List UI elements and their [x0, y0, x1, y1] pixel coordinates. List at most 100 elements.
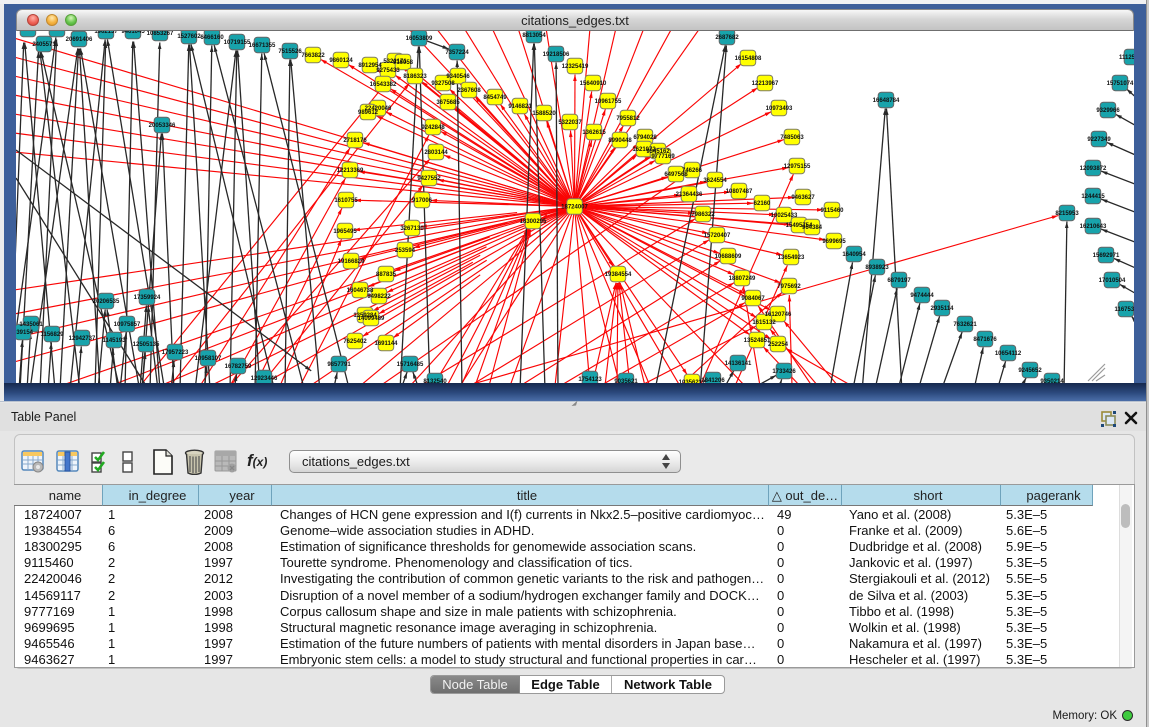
svg-text:19166829: 19166829 — [338, 259, 365, 265]
svg-text:939154: 939154 — [16, 330, 34, 336]
svg-text:916058: 916058 — [393, 60, 414, 66]
svg-text:17359924: 17359924 — [134, 295, 161, 301]
svg-text:9427552: 9427552 — [417, 176, 441, 182]
svg-text:19218506: 19218506 — [543, 52, 570, 58]
svg-text:1588520: 1588520 — [532, 111, 556, 117]
svg-text:1362615: 1362615 — [582, 130, 606, 136]
svg-text:62160: 62160 — [754, 201, 771, 207]
svg-text:10958107: 10958107 — [195, 356, 222, 362]
svg-text:1733426: 1733426 — [772, 369, 796, 375]
svg-text:1962137: 1962137 — [94, 31, 118, 35]
svg-text:5322037: 5322037 — [558, 120, 582, 126]
svg-text:7663822: 7663822 — [301, 53, 325, 59]
svg-text:12505135: 12505135 — [133, 342, 160, 348]
svg-text:9227349: 9227349 — [1087, 137, 1111, 143]
svg-text:917006: 917006 — [412, 198, 433, 204]
svg-text:15751074: 15751074 — [1107, 81, 1134, 87]
svg-text:16210643: 16210643 — [1080, 224, 1107, 230]
svg-text:10807487: 10807487 — [726, 189, 753, 195]
svg-text:9857791: 9857791 — [327, 362, 351, 368]
svg-text:18724007: 18724007 — [561, 205, 588, 211]
svg-text:964384: 964384 — [802, 225, 823, 231]
svg-text:9035621: 9035621 — [614, 379, 638, 383]
svg-text:2367608: 2367608 — [457, 88, 481, 94]
svg-text:252254: 252254 — [768, 342, 789, 348]
svg-text:16782759: 16782759 — [225, 364, 252, 370]
svg-text:989612: 989612 — [358, 110, 379, 116]
svg-text:2935114: 2935114 — [930, 306, 954, 312]
svg-text:17957223: 17957223 — [162, 350, 189, 356]
svg-text:8132540: 8132540 — [423, 379, 447, 383]
svg-text:12213967: 12213967 — [752, 81, 779, 87]
svg-text:6466160: 6466160 — [200, 35, 224, 41]
svg-text:9860124: 9860124 — [329, 58, 353, 64]
svg-text:17010504: 17010504 — [1099, 278, 1126, 284]
svg-text:8186323: 8186323 — [403, 74, 427, 80]
svg-text:9084067: 9084067 — [741, 296, 765, 302]
svg-text:9350214: 9350214 — [1040, 379, 1064, 383]
svg-text:887835: 887835 — [376, 272, 397, 278]
svg-text:12923446: 12923446 — [251, 376, 278, 382]
svg-text:10719155: 10719155 — [224, 40, 251, 46]
svg-text:7986322: 7986322 — [691, 212, 715, 218]
svg-text:9699695: 9699695 — [822, 239, 846, 245]
svg-text:13524851: 13524851 — [744, 338, 771, 344]
svg-text:1803518: 1803518 — [45, 31, 69, 33]
svg-text:3675685: 3675685 — [436, 100, 460, 106]
svg-text:16543382: 16543382 — [370, 82, 397, 88]
svg-text:16053809: 16053809 — [406, 36, 433, 42]
svg-text:9242848: 9242848 — [421, 125, 445, 131]
svg-text:1691144: 1691144 — [374, 341, 398, 347]
svg-text:9245652: 9245652 — [1018, 368, 1042, 374]
svg-text:16120746: 16120746 — [765, 312, 792, 318]
svg-text:746266: 746266 — [682, 168, 703, 174]
svg-text:10654112: 10654112 — [995, 351, 1022, 357]
svg-text:16648784: 16648784 — [873, 98, 900, 104]
svg-text:9146821: 9146821 — [508, 104, 532, 110]
svg-text:3267130: 3267130 — [400, 226, 424, 232]
svg-text:7955812: 7955812 — [616, 116, 640, 122]
svg-text:1640954: 1640954 — [842, 252, 866, 258]
svg-text:2803144: 2803144 — [424, 150, 448, 156]
svg-text:18807249: 18807249 — [729, 276, 756, 282]
svg-text:10025433: 10025433 — [771, 213, 798, 219]
svg-text:13654923: 13654923 — [778, 255, 805, 261]
svg-text:1610755: 1610755 — [334, 198, 358, 204]
svg-text:12093872: 12093872 — [1080, 166, 1107, 172]
svg-text:9329966: 9329966 — [1096, 108, 1120, 114]
svg-text:20053346: 20053346 — [149, 123, 176, 129]
svg-text:8938923: 8938923 — [865, 265, 889, 271]
svg-text:12942737: 12942737 — [69, 336, 96, 342]
svg-text:10688609: 10688609 — [715, 254, 742, 260]
svg-text:10961755: 10961755 — [595, 99, 622, 105]
svg-text:20206535: 20206535 — [93, 299, 120, 305]
svg-text:3624554: 3624554 — [703, 178, 727, 184]
svg-text:8990448: 8990448 — [608, 138, 632, 144]
svg-text:16671355: 16671355 — [249, 43, 276, 49]
svg-text:11125840: 11125840 — [1119, 55, 1134, 61]
svg-text:9340546: 9340546 — [446, 74, 470, 80]
svg-text:14099489: 14099489 — [358, 316, 385, 322]
svg-text:2405571: 2405571 — [32, 42, 56, 48]
svg-text:6794028: 6794028 — [633, 135, 657, 141]
svg-text:9461045: 9461045 — [121, 31, 145, 35]
svg-text:18300295: 18300295 — [520, 219, 547, 225]
svg-text:253594: 253594 — [395, 248, 416, 254]
svg-text:1754123: 1754123 — [578, 377, 602, 383]
svg-text:2718176: 2718176 — [343, 138, 367, 144]
svg-text:10973493: 10973493 — [766, 106, 793, 112]
svg-text:16092375: 16092375 — [16, 31, 42, 33]
svg-text:9327508: 9327508 — [431, 81, 455, 87]
svg-text:8454749: 8454749 — [483, 95, 507, 101]
svg-text:7975692: 7975692 — [777, 284, 801, 290]
svg-text:15640910: 15640910 — [580, 81, 607, 87]
svg-text:1527602: 1527602 — [177, 34, 201, 40]
svg-text:7515526: 7515526 — [278, 49, 302, 55]
svg-text:15716485: 15716485 — [397, 362, 424, 368]
svg-text:21364436: 21364436 — [676, 192, 703, 198]
svg-text:15720407: 15720407 — [704, 233, 731, 239]
svg-text:7625402: 7625402 — [343, 339, 367, 345]
svg-text:19384554: 19384554 — [605, 272, 632, 278]
svg-text:15692971: 15692971 — [1093, 253, 1120, 259]
svg-text:8215953: 8215953 — [1055, 211, 1079, 217]
